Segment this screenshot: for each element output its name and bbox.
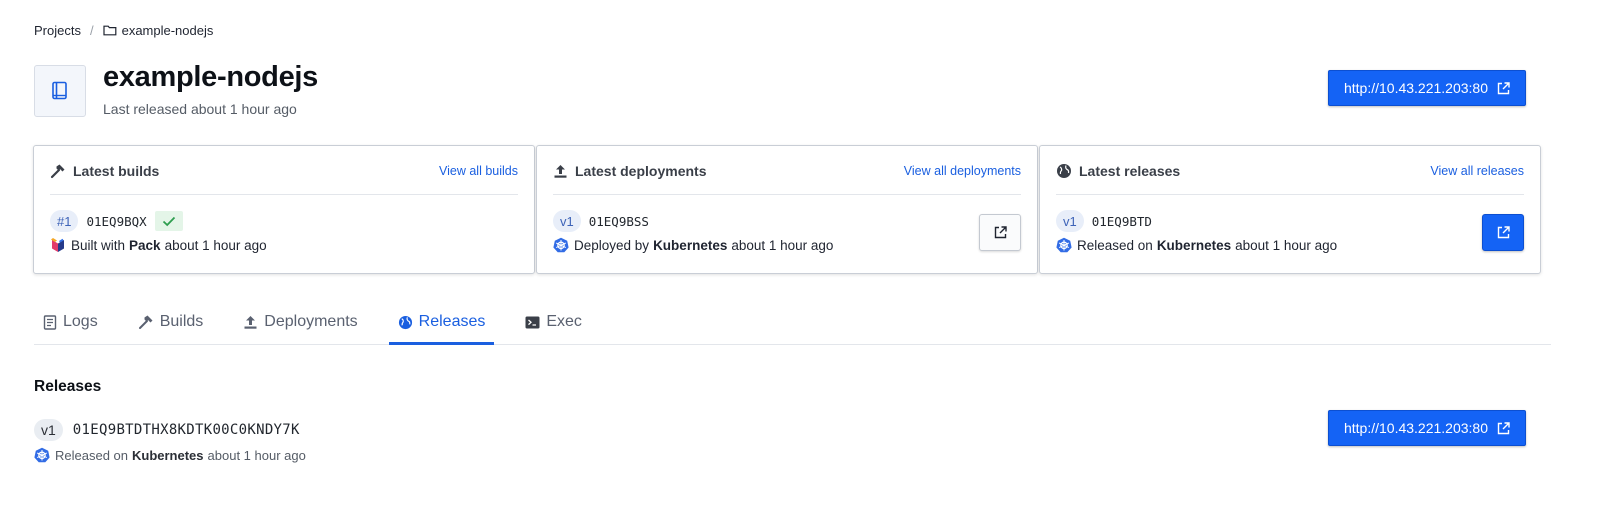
divider [1056,194,1524,195]
view-all-deployments-link[interactable]: View all deployments [904,164,1021,178]
check-icon [154,211,183,231]
header-url-label: http://10.43.221.203:80 [1343,80,1488,96]
build-prefix: Built with [71,237,126,253]
deployment-id: 01EQ9BSS [588,213,649,229]
release-id: 01EQ9BTD [1091,213,1152,229]
tab-releases[interactable]: Releases [388,300,495,345]
tab-builds-label: Builds [159,313,204,330]
deployment-time: about 1 hour ago [731,237,834,253]
release-full-id: 01EQ9BTDTHX8KDTK00C0KNDY7K [72,422,300,438]
release-open-button[interactable] [1482,214,1524,251]
breadcrumb-projects-link[interactable]: Projects [34,23,81,38]
release-version-badge: v1 [1056,210,1084,232]
build-number-badge: #1 [50,210,79,232]
release-meta-time: about 1 hour ago [207,447,306,463]
hammer-icon [50,163,66,179]
release-platform: Kubernetes [1156,237,1232,253]
releases-section-title: Releases [34,378,102,395]
latest-deployments-title: Latest deployments [575,163,707,179]
breadcrumb-current: example-nodejs [121,22,214,38]
release-url-button[interactable]: http://10.43.221.203:80 [1328,410,1526,446]
tab-bar: Logs Builds Deployments Releases Exec [34,300,1551,345]
page-subtitle: Last released about 1 hour ago [103,101,297,117]
breadcrumb: Projects / example-nodejs [34,21,213,39]
divider [50,194,518,195]
view-all-releases-link[interactable]: View all releases [1430,164,1524,178]
tab-logs-label: Logs [63,313,98,330]
terminal-icon [525,316,540,329]
release-version-badge: v1 [34,419,63,441]
release-list-item[interactable]: v1 01EQ9BTDTHX8KDTK00C0KNDY7K [34,419,300,441]
tab-exec[interactable]: Exec [516,300,591,344]
latest-builds-title: Latest builds [73,163,160,179]
latest-deployments-card: Latest deployments View all deployments … [536,145,1038,274]
tab-exec-label: Exec [546,313,582,330]
deployment-open-button[interactable] [979,214,1021,251]
release-meta-platform: Kubernetes [132,447,204,463]
divider [553,194,1021,195]
deployment-version-badge: v1 [553,210,581,232]
external-link-icon [1497,226,1510,239]
pack-logo-icon [50,237,66,253]
upload-icon [243,315,258,330]
deployment-platform: Kubernetes [653,237,728,253]
latest-releases-title: Latest releases [1079,163,1181,179]
tab-logs[interactable]: Logs [34,300,107,344]
deployment-prefix: Deployed by [574,237,650,253]
tab-releases-label: Releases [418,313,486,330]
release-meta-prefix: Released on [55,447,128,463]
build-tool: Pack [129,237,161,253]
book-icon [34,65,86,117]
external-link-icon [1497,81,1510,95]
hammer-icon [138,314,154,330]
external-link-icon [1497,421,1510,435]
build-time: about 1 hour ago [164,237,267,253]
external-link-icon [994,226,1007,239]
tab-deployments[interactable]: Deployments [234,300,366,344]
logs-icon [43,314,57,330]
view-all-builds-link[interactable]: View all builds [439,164,518,178]
kubernetes-icon [553,237,569,253]
tab-builds[interactable]: Builds [129,300,213,344]
globe-icon [1056,163,1072,179]
kubernetes-icon [1056,237,1072,253]
page-title: example-nodejs [103,61,318,93]
upload-icon [553,164,568,179]
breadcrumb-separator: / [89,22,94,38]
build-id: 01EQ9BQX [86,213,147,229]
release-url-label: http://10.43.221.203:80 [1343,420,1488,436]
globe-icon [398,315,413,330]
folder-icon [102,24,117,36]
header-url-button[interactable]: http://10.43.221.203:80 [1328,70,1526,106]
latest-releases-card: Latest releases View all releases v1 01E… [1039,145,1541,274]
tab-deployments-label: Deployments [264,313,358,330]
release-meta: Released on Kubernetes about 1 hour ago [34,447,306,463]
release-time: about 1 hour ago [1235,237,1338,253]
kubernetes-icon [34,447,50,463]
latest-builds-card: Latest builds View all builds #1 01EQ9BQ… [33,145,535,274]
release-prefix: Released on [1077,237,1153,253]
